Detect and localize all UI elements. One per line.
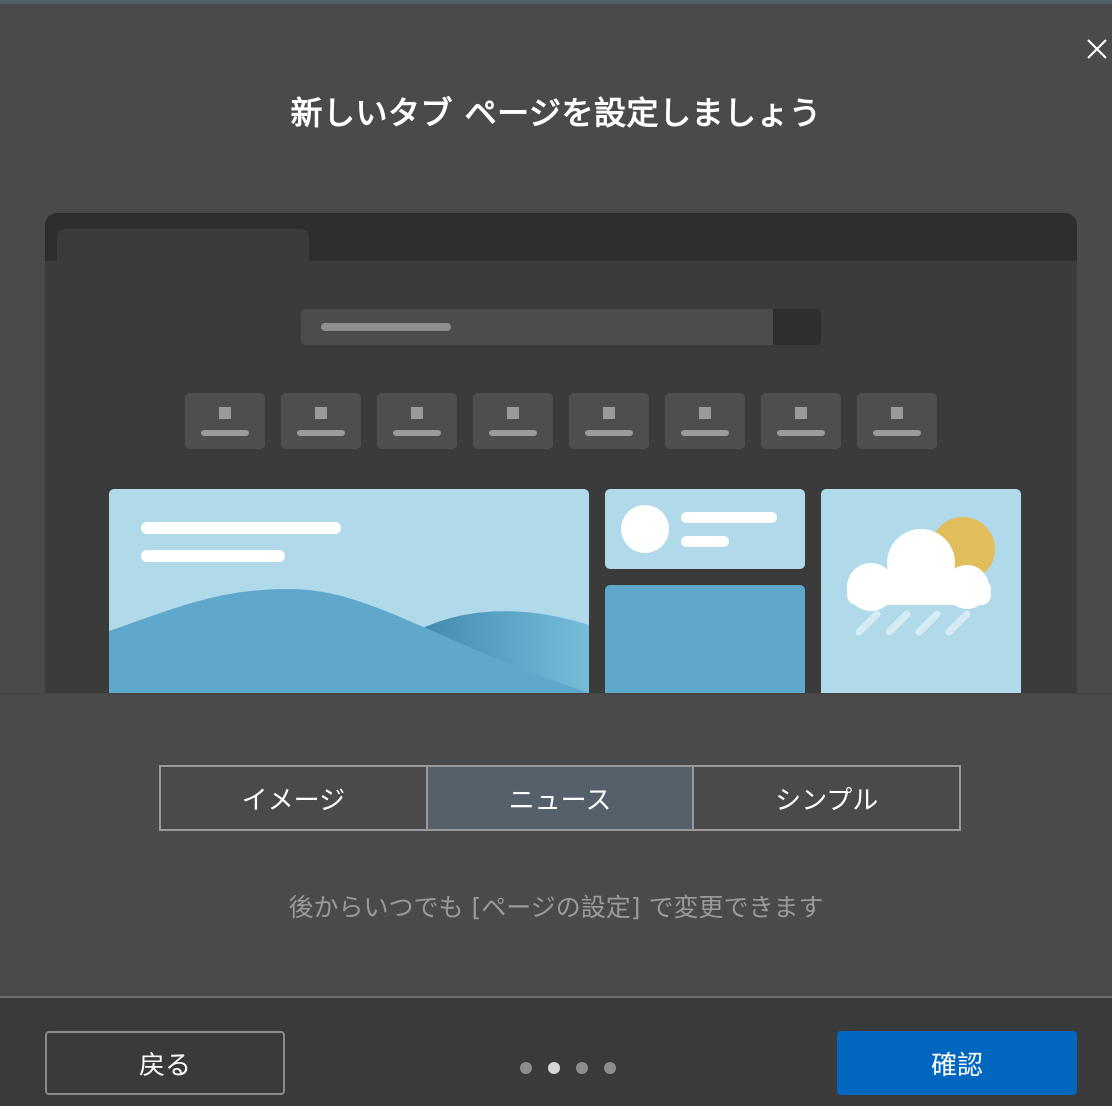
step-dot — [520, 1062, 532, 1074]
preview-search-box — [301, 309, 821, 345]
step-indicator — [520, 1062, 616, 1074]
back-button[interactable]: 戻る — [45, 1031, 285, 1095]
step-dot-current — [548, 1062, 560, 1074]
new-tab-preview — [45, 213, 1077, 693]
close-icon — [1087, 39, 1107, 59]
weather-icon — [847, 517, 995, 636]
preview-profile-card — [605, 489, 805, 569]
step-dot — [576, 1062, 588, 1074]
close-button[interactable] — [1080, 32, 1112, 66]
preview-tab-bar — [45, 213, 1077, 265]
layout-option-news[interactable]: ニュース — [425, 767, 693, 829]
preview-quick-link-tile — [665, 393, 745, 449]
preview-search-placeholder — [321, 323, 451, 331]
landscape-illustration — [109, 589, 589, 693]
preview-quick-link-tile — [473, 393, 553, 449]
preview-news-card — [605, 585, 805, 693]
preview-quick-link-tile — [761, 393, 841, 449]
confirm-button[interactable]: 確認 — [837, 1031, 1077, 1095]
preview-quick-link-tile — [185, 393, 265, 449]
layout-option-simple[interactable]: シンプル — [692, 767, 959, 829]
preview-weather-card — [821, 489, 1021, 693]
layout-option-image[interactable]: イメージ — [161, 767, 426, 829]
preview-quick-link-tile — [281, 393, 361, 449]
preview-quick-link-tile — [377, 393, 457, 449]
dialog-title: 新しいタブ ページを設定しましょう — [290, 94, 822, 132]
preview-quick-link-tile — [857, 393, 937, 449]
preview-hero-card — [109, 489, 589, 693]
preview-divider — [0, 693, 1112, 695]
window-top-strip — [0, 0, 1112, 4]
preview-quick-link-tile — [569, 393, 649, 449]
preview-tab — [57, 229, 309, 265]
step-dot — [604, 1062, 616, 1074]
preview-search-button — [773, 309, 821, 345]
settings-hint: 後からいつでも [ページの設定] で変更できます — [288, 893, 824, 922]
layout-selector: イメージ ニュース シンプル — [159, 765, 961, 831]
